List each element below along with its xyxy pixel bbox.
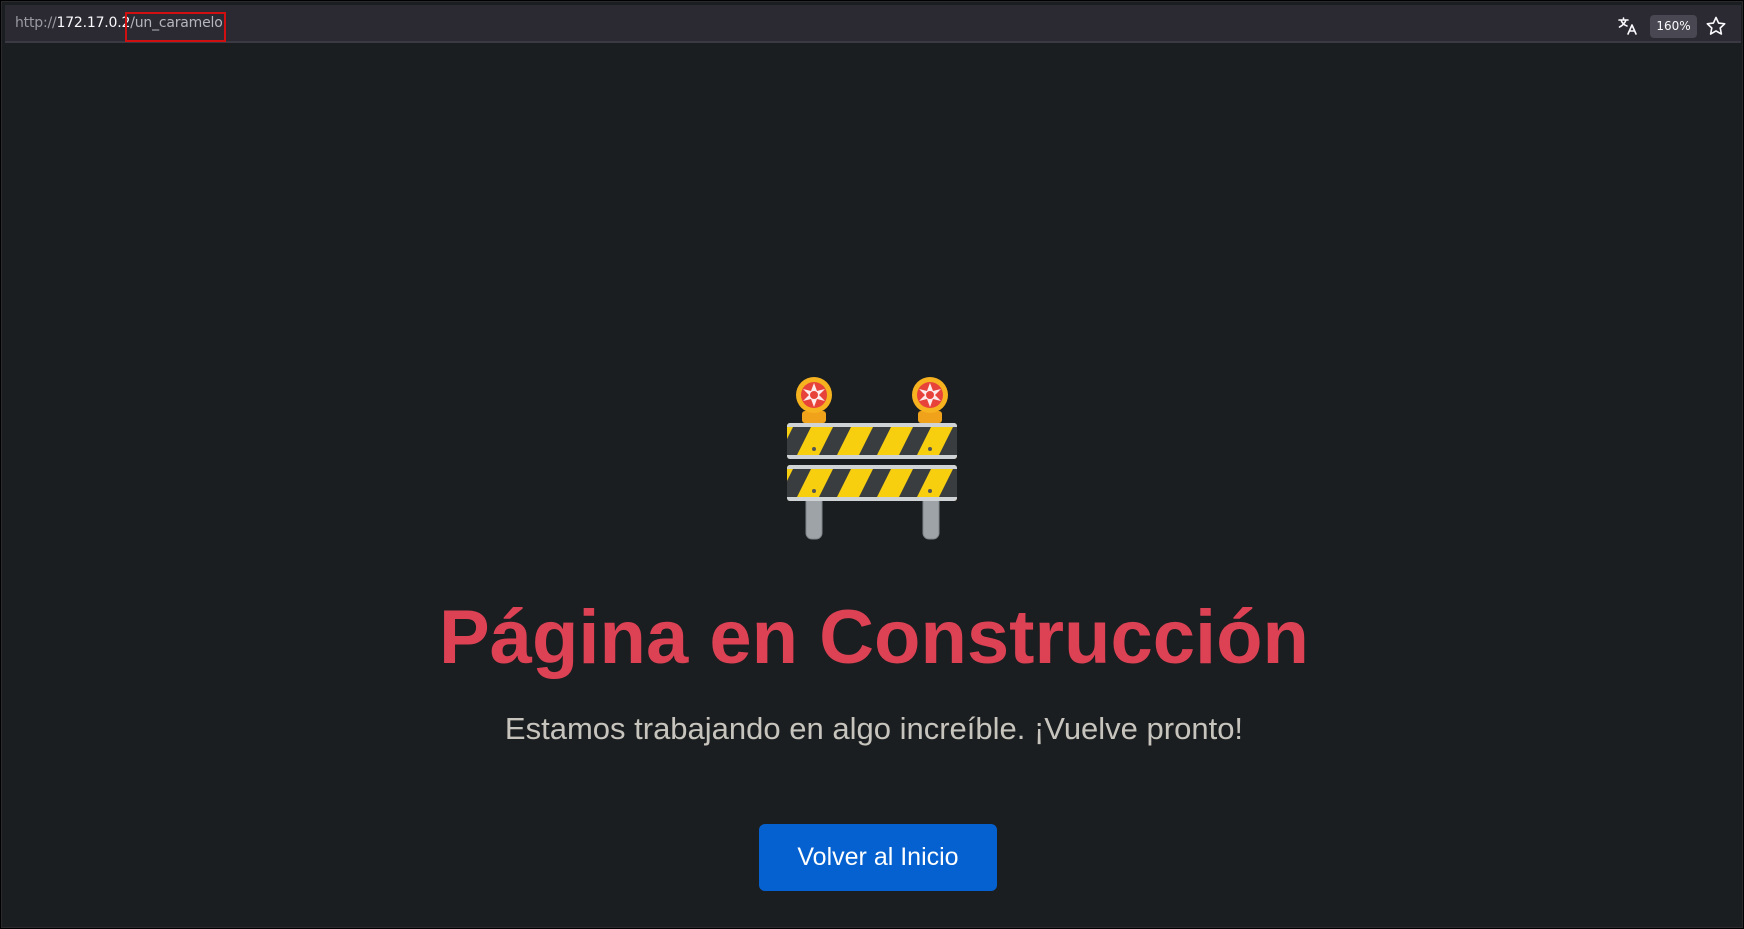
page-subtitle: Estamos trabajando en algo increíble. ¡V… — [504, 711, 1244, 746]
construction-barrier-icon — [787, 375, 967, 545]
url-text[interactable]: http://172.17.0.2/un_caramelo — [15, 15, 223, 31]
zoom-level-badge[interactable]: 160% — [1650, 15, 1697, 38]
url-scheme: http:// — [15, 15, 57, 31]
address-bar[interactable]: http://172.17.0.2/un_caramelo 160% — [5, 5, 1741, 43]
back-to-home-button[interactable]: Volver al Inicio — [759, 824, 997, 891]
url-host: 172.17.0.2 — [56, 15, 131, 31]
bookmark-star-icon[interactable] — [1705, 15, 1727, 37]
browser-window: http://172.17.0.2/un_caramelo 160% Págin… — [1, 1, 1743, 928]
url-path: /un_caramelo — [130, 15, 223, 31]
page-title: Página en Construcción — [439, 595, 1309, 680]
translate-icon[interactable] — [1617, 15, 1639, 37]
